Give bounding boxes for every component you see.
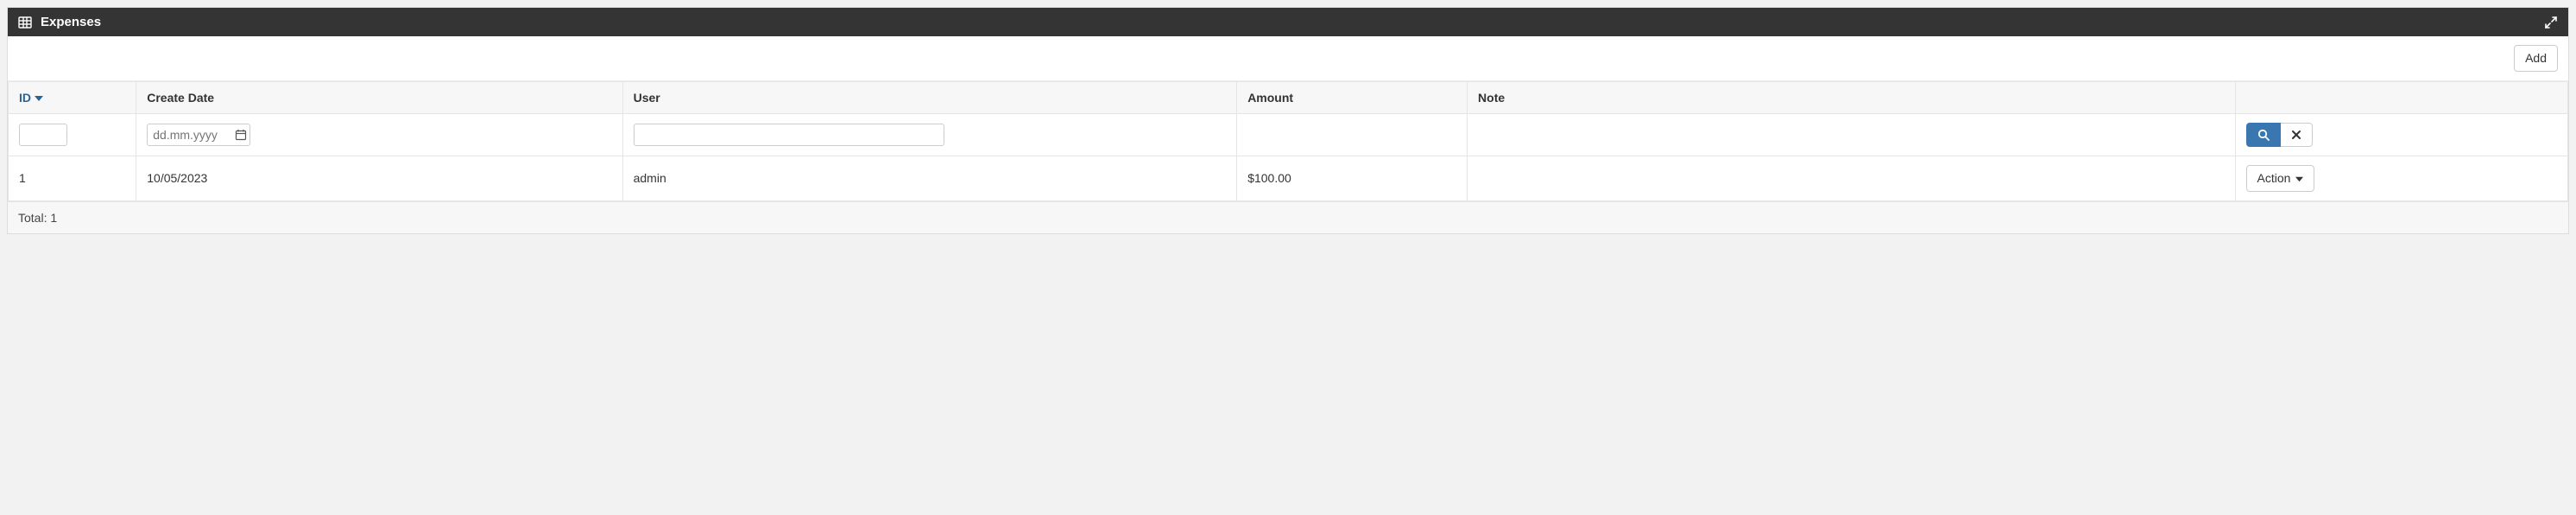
sort-desc-icon — [35, 93, 43, 102]
search-icon — [2257, 129, 2270, 141]
expand-icon[interactable] — [2544, 16, 2558, 29]
cell-note — [1468, 156, 2236, 200]
panel-title: Expenses — [41, 15, 101, 29]
filter-cell-note — [1468, 113, 2236, 156]
calendar-icon[interactable] — [235, 129, 247, 141]
filter-input-id[interactable] — [19, 124, 67, 146]
cell-amount: $100.00 — [1237, 156, 1468, 200]
table-row: 1 10/05/2023 admin $100.00 Action — [9, 156, 2568, 200]
column-header-user[interactable]: User — [622, 81, 1237, 113]
filter-clear-button[interactable] — [2281, 123, 2313, 147]
table-footer: Total: 1 — [8, 201, 2568, 233]
column-header-actions — [2235, 81, 2567, 113]
close-icon — [2291, 130, 2301, 140]
table-icon — [18, 16, 32, 29]
column-header-id-label: ID — [19, 91, 31, 105]
filter-search-button[interactable] — [2246, 123, 2281, 147]
total-count: Total: 1 — [18, 211, 57, 225]
column-header-create-date[interactable]: Create Date — [136, 81, 622, 113]
cell-user: admin — [622, 156, 1237, 200]
caret-down-icon — [2295, 175, 2303, 182]
filter-cell-amount — [1237, 113, 1468, 156]
expenses-table: ID Create Date User Amount Note — [8, 81, 2568, 201]
add-button[interactable]: Add — [2514, 45, 2558, 72]
row-action-button[interactable]: Action — [2246, 165, 2315, 192]
column-header-note[interactable]: Note — [1468, 81, 2236, 113]
filter-row — [9, 113, 2568, 156]
row-action-label: Action — [2257, 171, 2291, 186]
column-header-amount[interactable]: Amount — [1237, 81, 1468, 113]
filter-input-user[interactable] — [634, 124, 944, 146]
column-header-id[interactable]: ID — [9, 81, 136, 113]
panel-toolbar: Add — [8, 36, 2568, 81]
expenses-panel: Expenses Add — [7, 7, 2569, 234]
cell-id: 1 — [9, 156, 136, 200]
cell-create-date: 10/05/2023 — [136, 156, 622, 200]
panel-header: Expenses — [8, 8, 2568, 36]
